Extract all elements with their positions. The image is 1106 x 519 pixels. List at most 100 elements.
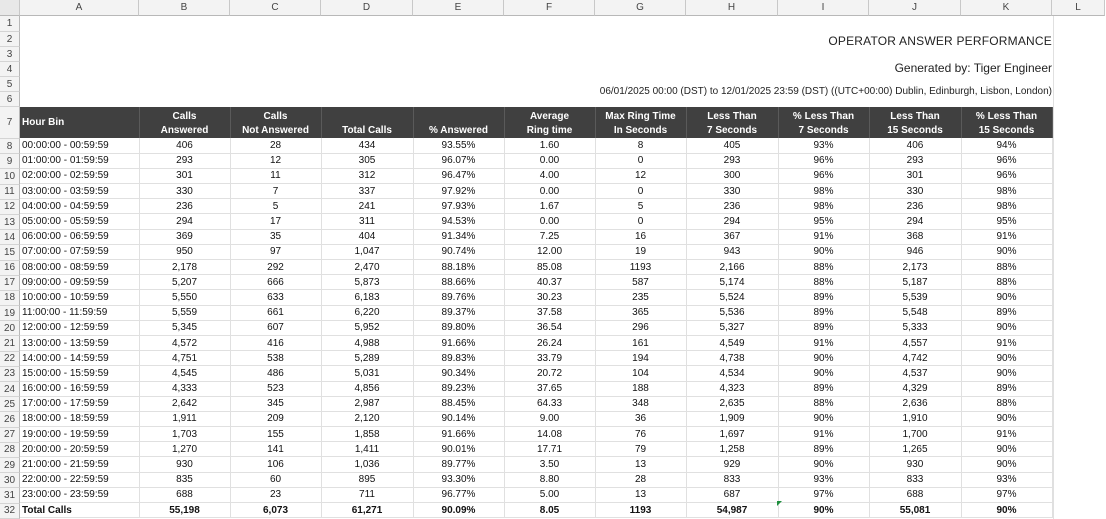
table-cell[interactable]: 141	[230, 441, 322, 458]
table-cell[interactable]: 15:00:00 - 15:59:59	[20, 365, 140, 382]
table-cell[interactable]: 368	[869, 229, 962, 245]
table-cell[interactable]: 5	[595, 198, 687, 215]
table-cell[interactable]: 90%	[961, 350, 1053, 367]
table-cell[interactable]: 89.23%	[413, 381, 505, 397]
table-cell[interactable]: 93%	[961, 472, 1053, 488]
table-cell[interactable]: 28	[230, 138, 322, 154]
table-cell[interactable]: 93%	[778, 472, 870, 488]
table-cell[interactable]: 406	[869, 138, 962, 154]
row-header-28[interactable]: 28	[0, 442, 20, 458]
table-cell[interactable]: 633	[230, 289, 322, 306]
table-cell[interactable]: 7	[230, 183, 322, 200]
table-cell[interactable]: 90%	[961, 411, 1053, 428]
table-cell[interactable]: 1,036	[321, 456, 414, 473]
table-cell[interactable]: 8	[595, 138, 687, 154]
row-header-9[interactable]: 9	[0, 154, 20, 170]
table-cell[interactable]: 88.45%	[413, 396, 505, 412]
row-header-2[interactable]: 2	[0, 32, 20, 47]
table-cell[interactable]: 96.07%	[413, 153, 505, 169]
row-header-25[interactable]: 25	[0, 397, 20, 413]
table-cell[interactable]: 96%	[778, 153, 870, 169]
row-header-27[interactable]: 27	[0, 427, 20, 443]
total-cell[interactable]: 54,987	[686, 502, 779, 519]
table-cell[interactable]: 946	[869, 244, 962, 261]
table-cell[interactable]: 4.00	[504, 168, 596, 185]
table-cell[interactable]: 85.08	[504, 259, 596, 276]
table-cell[interactable]: 89%	[961, 305, 1053, 321]
table-cell[interactable]: 40.37	[504, 274, 596, 291]
table-cell[interactable]: 2,635	[686, 396, 779, 412]
table-cell[interactable]: 14.08	[504, 426, 596, 443]
table-cell[interactable]: 97%	[961, 487, 1053, 504]
table-cell[interactable]: 23	[230, 487, 322, 504]
table-cell[interactable]: 23:00:00 - 23:59:59	[20, 487, 140, 504]
table-cell[interactable]: 294	[139, 213, 231, 230]
table-cell[interactable]: 90%	[961, 244, 1053, 261]
table-cell[interactable]: 235	[595, 289, 687, 306]
table-cell[interactable]: 416	[230, 335, 322, 352]
table-cell[interactable]: 13	[595, 487, 687, 504]
table-cell[interactable]: 5	[230, 198, 322, 215]
row-header-20[interactable]: 20	[0, 321, 20, 337]
table-cell[interactable]: 08:00:00 - 08:59:59	[20, 259, 140, 276]
table-cell[interactable]: 0	[595, 213, 687, 230]
column-header-j[interactable]: J	[869, 0, 961, 16]
column-header-g[interactable]: G	[595, 0, 686, 16]
header-cell[interactable]: % Less Than 15 Seconds	[961, 107, 1053, 138]
table-cell[interactable]: 293	[869, 153, 962, 169]
table-cell[interactable]: 19:00:00 - 19:59:59	[20, 426, 140, 443]
table-cell[interactable]: 26.24	[504, 335, 596, 352]
column-header-i[interactable]: I	[778, 0, 869, 16]
table-cell[interactable]: 91%	[778, 426, 870, 443]
table-cell[interactable]: 96%	[961, 153, 1053, 169]
table-cell[interactable]: 587	[595, 274, 687, 291]
table-cell[interactable]: 64.33	[504, 396, 596, 412]
total-cell[interactable]: 1193	[595, 502, 687, 519]
table-cell[interactable]: 1.60	[504, 138, 596, 154]
table-cell[interactable]: 4,572	[139, 335, 231, 352]
row-header-23[interactable]: 23	[0, 366, 20, 382]
table-cell[interactable]: 33.79	[504, 350, 596, 367]
table-cell[interactable]: 5,289	[321, 350, 414, 367]
header-cell[interactable]: Less Than 15 Seconds	[869, 107, 962, 138]
table-cell[interactable]: 0.00	[504, 183, 596, 200]
table-cell[interactable]: 16:00:00 - 16:59:59	[20, 381, 140, 397]
table-cell[interactable]: 2,166	[686, 259, 779, 276]
table-cell[interactable]: 90%	[961, 320, 1053, 336]
table-cell[interactable]: 03:00:00 - 03:59:59	[20, 183, 140, 200]
header-cell[interactable]: Total Calls	[321, 107, 414, 138]
table-cell[interactable]: 312	[321, 168, 414, 185]
table-cell[interactable]: 292	[230, 259, 322, 276]
table-cell[interactable]: 293	[686, 153, 779, 169]
column-header-c[interactable]: C	[230, 0, 321, 16]
table-cell[interactable]: 1,700	[869, 426, 962, 443]
table-cell[interactable]: 2,470	[321, 259, 414, 276]
table-cell[interactable]: 6,183	[321, 289, 414, 306]
table-cell[interactable]: 241	[321, 198, 414, 215]
table-cell[interactable]: 17.71	[504, 441, 596, 458]
table-cell[interactable]: 28	[595, 472, 687, 488]
table-cell[interactable]: 5,873	[321, 274, 414, 291]
table-cell[interactable]: 13	[595, 456, 687, 473]
row-header-17[interactable]: 17	[0, 275, 20, 291]
row-header-30[interactable]: 30	[0, 473, 20, 489]
table-cell[interactable]: 97.93%	[413, 198, 505, 215]
table-cell[interactable]: 89.83%	[413, 350, 505, 367]
table-cell[interactable]: 37.65	[504, 381, 596, 397]
table-cell[interactable]: 10:00:00 - 10:59:59	[20, 289, 140, 306]
table-cell[interactable]: 90%	[778, 456, 870, 473]
table-cell[interactable]: 1,910	[869, 411, 962, 428]
table-cell[interactable]: 1,911	[139, 411, 231, 428]
table-cell[interactable]: 236	[139, 198, 231, 215]
total-cell[interactable]: Total Calls	[20, 502, 140, 519]
table-cell[interactable]: 91%	[961, 335, 1053, 352]
table-cell[interactable]: 88%	[778, 396, 870, 412]
table-cell[interactable]: 711	[321, 487, 414, 504]
table-cell[interactable]: 1,270	[139, 441, 231, 458]
table-cell[interactable]: 89.80%	[413, 320, 505, 336]
table-cell[interactable]: 02:00:00 - 02:59:59	[20, 168, 140, 185]
table-cell[interactable]: 3.50	[504, 456, 596, 473]
table-cell[interactable]: 21:00:00 - 21:59:59	[20, 456, 140, 473]
table-cell[interactable]: 05:00:00 - 05:59:59	[20, 213, 140, 230]
table-cell[interactable]: 5,539	[869, 289, 962, 306]
